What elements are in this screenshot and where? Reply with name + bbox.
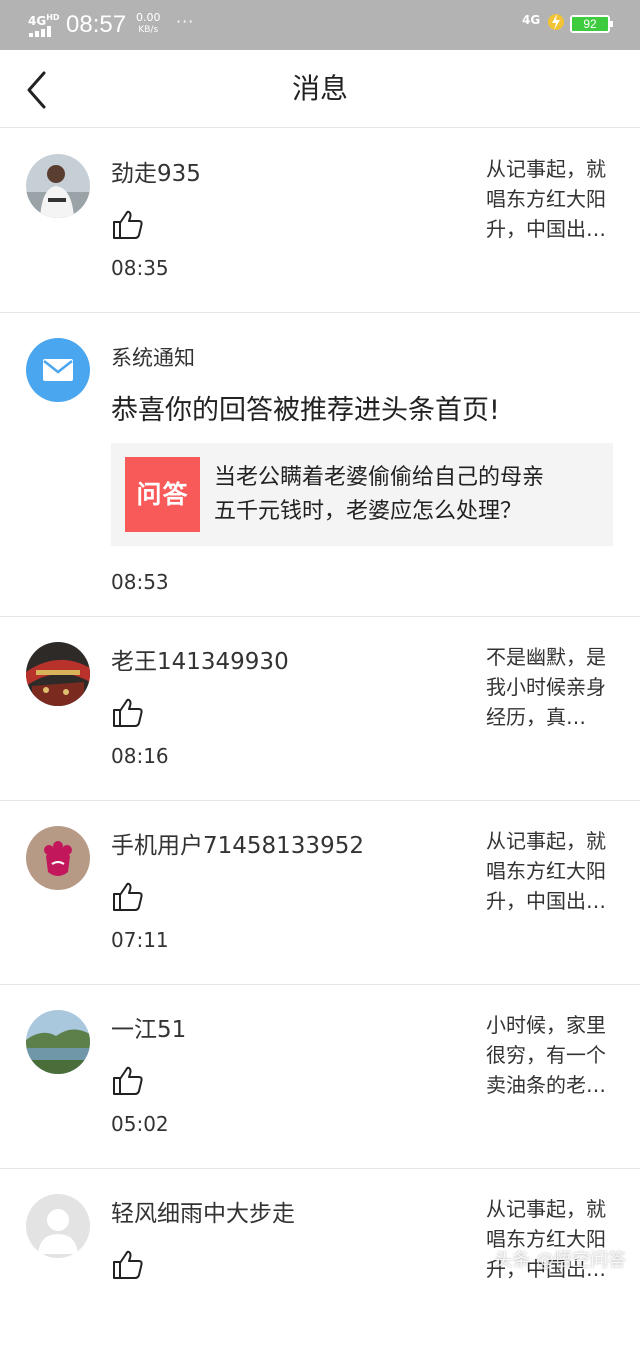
wenda-logo: 问答 [125,457,200,532]
system-notice-name: 系统通知 [111,343,195,373]
system-notice-item[interactable]: 系统通知 恭喜你的回答被推荐进头条首页! 问答 当老公瞒着老婆偷偷给自己的母亲 … [0,313,640,617]
message-preview[interactable]: 从记事起，就 唱东方红大阳 升，中国出… [486,826,618,916]
message-item[interactable]: 劲走935 08:35 从记事起，就 唱东方红大阳 升，中国出… [0,129,640,313]
preview-line: 卖油条的老… [486,1070,618,1100]
message-time: 05:02 [111,1111,169,1137]
username[interactable]: 老王141349930 [111,647,289,677]
avatar[interactable] [26,154,90,218]
avatar[interactable] [26,1194,90,1258]
more-notifications-icon: ··· [176,12,194,31]
nav-bar: 消息 [0,50,640,128]
card-line: 五千元钱时，老婆应怎么处理？ [214,495,604,529]
status-time: 08:57 [66,11,126,39]
card-question: 当老公瞒着老婆偷偷给自己的母亲 五千元钱时，老婆应怎么处理？ [214,461,604,529]
preview-line: 唱东方红大阳 [486,856,618,886]
network-indicator: 4GHD [28,12,60,27]
message-preview[interactable]: 不是幽默，是 我小时候亲身 经历，真… [486,642,618,732]
message-item[interactable]: 老王141349930 08:16 不是幽默，是 我小时候亲身 经历，真… [0,617,640,801]
speed-unit: KB/s [136,24,161,36]
charging-icon [548,12,564,32]
status-bar: 4GHD 08:57 0.00 KB/s ··· 4G 92 [0,0,640,50]
message-preview[interactable]: 小时候，家里 很穷，有一个 卖油条的老… [486,1010,618,1100]
preview-line: 升，中国出… [486,214,618,244]
avatar[interactable] [26,826,90,890]
network-hd-label: HD [46,13,59,22]
avatar[interactable] [26,642,90,706]
username[interactable]: 一江51 [111,1015,186,1045]
mobile-data-label: 4G [522,13,540,27]
preview-line: 从记事起，就 [486,154,618,184]
username[interactable]: 手机用户71458133952 [111,831,364,861]
message-time: 08:53 [111,569,169,595]
preview-line: 唱东方红大阳 [486,184,618,214]
system-notice-headline: 恭喜你的回答被推荐进头条首页! [111,393,500,429]
preview-line: 不是幽默，是 [486,642,618,672]
network-speed: 0.00 KB/s [136,12,161,36]
username[interactable]: 轻风细雨中大步走 [111,1199,295,1229]
recommended-answer-card[interactable]: 问答 当老公瞒着老婆偷偷给自己的母亲 五千元钱时，老婆应怎么处理？ [111,443,613,546]
message-time: 07:11 [111,927,169,953]
card-line: 当老公瞒着老婆偷偷给自己的母亲 [214,461,604,495]
avatar[interactable] [26,1010,90,1074]
preview-line: 升，中国出… [486,886,618,916]
preview-line: 从记事起，就 [486,1194,618,1224]
preview-line: 我小时候亲身 [486,672,618,702]
message-item[interactable]: 手机用户71458133952 07:11 从记事起，就 唱东方红大阳 升，中国… [0,801,640,985]
preview-line: 经历，真… [486,702,618,732]
message-time: 08:16 [111,743,169,769]
message-time: 08:35 [111,255,169,281]
signal-icon [29,26,53,37]
message-item[interactable]: 一江51 05:02 小时候，家里 很穷，有一个 卖油条的老… [0,985,640,1169]
thumbs-up-icon[interactable] [111,207,145,241]
preview-line: 小时候，家里 [486,1010,618,1040]
preview-line: 从记事起，就 [486,826,618,856]
message-list: 劲走935 08:35 从记事起，就 唱东方红大阳 升，中国出… 系统通知 恭喜… [0,129,640,1353]
thumbs-up-icon[interactable] [111,1063,145,1097]
username[interactable]: 劲走935 [111,159,201,189]
mail-icon [26,338,90,402]
speed-value: 0.00 [136,12,161,24]
battery-indicator: 92 [570,15,610,33]
watermark: 头条 @悟空问答 [494,1246,626,1272]
page-title: 消息 [0,72,640,106]
thumbs-up-icon[interactable] [111,695,145,729]
message-preview[interactable]: 从记事起，就 唱东方红大阳 升，中国出… [486,154,618,244]
thumbs-up-icon[interactable] [111,879,145,913]
preview-line: 很穷，有一个 [486,1040,618,1070]
